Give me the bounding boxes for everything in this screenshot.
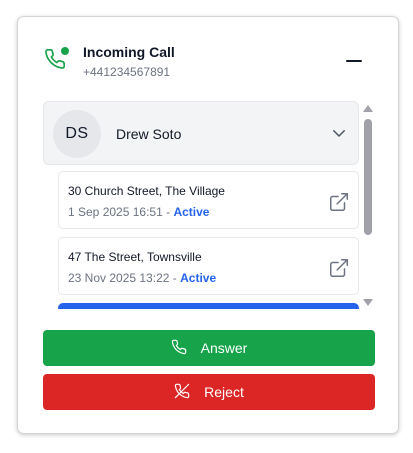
avatar: DS bbox=[53, 110, 101, 158]
external-link-icon[interactable] bbox=[328, 191, 350, 213]
address-card-partial[interactable] bbox=[58, 303, 359, 309]
contact-name: Drew Soto bbox=[116, 126, 182, 142]
address-meta: 23 Nov 2025 13:22 - Active bbox=[68, 271, 216, 285]
live-indicator-dot bbox=[61, 47, 69, 55]
call-title: Incoming Call bbox=[83, 44, 175, 60]
phone-icon bbox=[171, 339, 201, 358]
address-date: 23 Nov 2025 13:22 bbox=[68, 271, 170, 285]
address-meta: 1 Sep 2025 16:51 - Active bbox=[68, 205, 209, 219]
scrollbar[interactable] bbox=[362, 105, 374, 307]
minus-icon bbox=[346, 60, 362, 62]
answer-button[interactable]: Answer bbox=[43, 330, 375, 366]
scroll-up-arrow-icon[interactable] bbox=[363, 105, 373, 112]
minimize-button[interactable] bbox=[340, 49, 370, 73]
status-badge: Active bbox=[173, 205, 210, 219]
address-card: 47 The Street, Townsville 23 Nov 2025 13… bbox=[58, 237, 359, 295]
phone-off-icon bbox=[174, 383, 204, 402]
meta-separator: - bbox=[166, 205, 171, 219]
scroll-down-arrow-icon[interactable] bbox=[363, 299, 373, 306]
incoming-call-panel: Incoming Call +441234567891 DS Drew Soto… bbox=[17, 16, 399, 434]
caller-number: +441234567891 bbox=[83, 65, 171, 79]
external-link-icon[interactable] bbox=[328, 257, 350, 279]
chevron-down-icon[interactable] bbox=[330, 124, 348, 142]
contact-row[interactable]: DS Drew Soto bbox=[43, 101, 359, 165]
address-text: 47 The Street, Townsville bbox=[68, 250, 202, 264]
address-text: 30 Church Street, The Village bbox=[68, 184, 225, 198]
reject-button[interactable]: Reject bbox=[43, 374, 375, 410]
meta-separator: - bbox=[172, 271, 177, 285]
address-date: 1 Sep 2025 16:51 bbox=[68, 205, 163, 219]
scrollbar-thumb[interactable] bbox=[364, 119, 372, 235]
answer-label: Answer bbox=[200, 340, 248, 356]
status-badge: Active bbox=[180, 271, 217, 285]
call-header: Incoming Call +441234567891 bbox=[18, 17, 398, 97]
address-card: 30 Church Street, The Village 1 Sep 2025… bbox=[58, 171, 359, 229]
reject-label: Reject bbox=[204, 384, 244, 400]
contact-scroll-area[interactable]: DS Drew Soto 30 Church Street, The Villa… bbox=[43, 101, 362, 309]
